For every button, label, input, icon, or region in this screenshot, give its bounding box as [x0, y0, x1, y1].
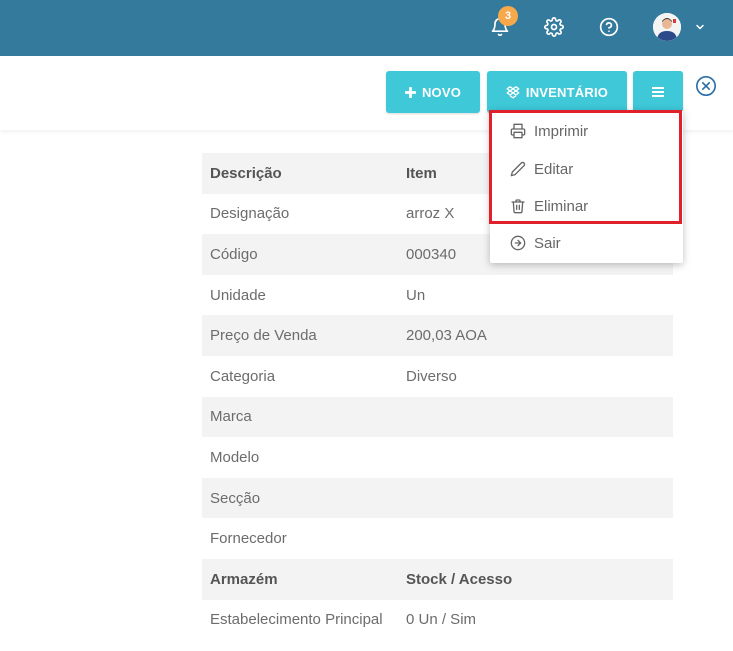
header-warehouse: Armazém [202, 558, 398, 600]
actions-dropdown-menu: Imprimir Editar Eliminar Sair [490, 110, 683, 263]
gear-icon[interactable] [541, 14, 567, 40]
row-label: Modelo [210, 448, 260, 466]
avatar[interactable] [653, 13, 681, 41]
row-label: Marca [202, 396, 398, 438]
table-row: Marca [202, 396, 673, 438]
notification-badge[interactable]: 3 [498, 6, 518, 26]
table-row: Estabelecimento Principal 0 Un / Sim [202, 600, 673, 651]
table-row: Modelo [202, 437, 673, 478]
hamburger-icon [652, 87, 664, 97]
row-label: Categoria [210, 367, 276, 385]
chevron-down-icon[interactable] [689, 14, 711, 40]
printer-icon [510, 123, 526, 139]
row-value [398, 396, 673, 438]
header-stock-access: Stock / Acesso [398, 558, 673, 600]
row-value [398, 437, 673, 478]
row-label: Código [202, 234, 398, 275]
row-value: 0 Un / Sim [406, 610, 477, 628]
dropbox-icon [506, 86, 520, 99]
row-value: Diverso [406, 367, 457, 385]
menu-item-exit[interactable]: Sair [490, 225, 683, 261]
close-icon[interactable] [695, 75, 717, 97]
row-label: Preço de Venda [202, 315, 398, 356]
row-label: Fornecedor [210, 530, 287, 548]
menu-item-print[interactable]: Imprimir [490, 113, 683, 149]
row-label: Unidade [210, 286, 266, 304]
row-value: 200,03 AOA [398, 315, 673, 356]
menu-button[interactable] [633, 71, 683, 113]
new-button-label: NOVO [421, 84, 462, 100]
trash-icon [511, 199, 525, 214]
help-icon[interactable] [596, 14, 622, 40]
row-label: Designação [210, 205, 290, 223]
menu-item-label: Eliminar [534, 197, 589, 215]
menu-item-label: Editar [534, 160, 574, 178]
row-label: Secção [202, 477, 398, 519]
header-description: Descrição [202, 153, 398, 194]
inventory-button[interactable]: INVENTÁRIO [487, 71, 627, 113]
table-row: Categoria Diverso [202, 356, 673, 397]
table-row: Preço de Venda 200,03 AOA [202, 315, 673, 356]
table-row: Fornecedor [202, 518, 673, 559]
row-label: Estabelecimento Principal [210, 610, 383, 628]
stock-header-row: Armazém Stock / Acesso [202, 558, 673, 600]
menu-item-label: Sair [534, 234, 561, 252]
row-value [398, 518, 673, 559]
row-value [398, 477, 673, 519]
menu-item-label: Imprimir [534, 122, 589, 140]
menu-item-delete[interactable]: Eliminar [490, 188, 683, 224]
inventory-button-label: INVENTÁRIO [525, 84, 609, 100]
table-row: Unidade Un [202, 275, 673, 316]
pencil-icon [510, 161, 526, 177]
new-button[interactable]: NOVO [386, 71, 480, 113]
table-row: Secção [202, 477, 673, 519]
menu-item-edit[interactable]: Editar [490, 151, 683, 187]
exit-icon [510, 235, 526, 251]
plus-icon [404, 86, 416, 98]
row-value: Un [406, 286, 426, 304]
top-navbar: 3 [0, 0, 733, 56]
